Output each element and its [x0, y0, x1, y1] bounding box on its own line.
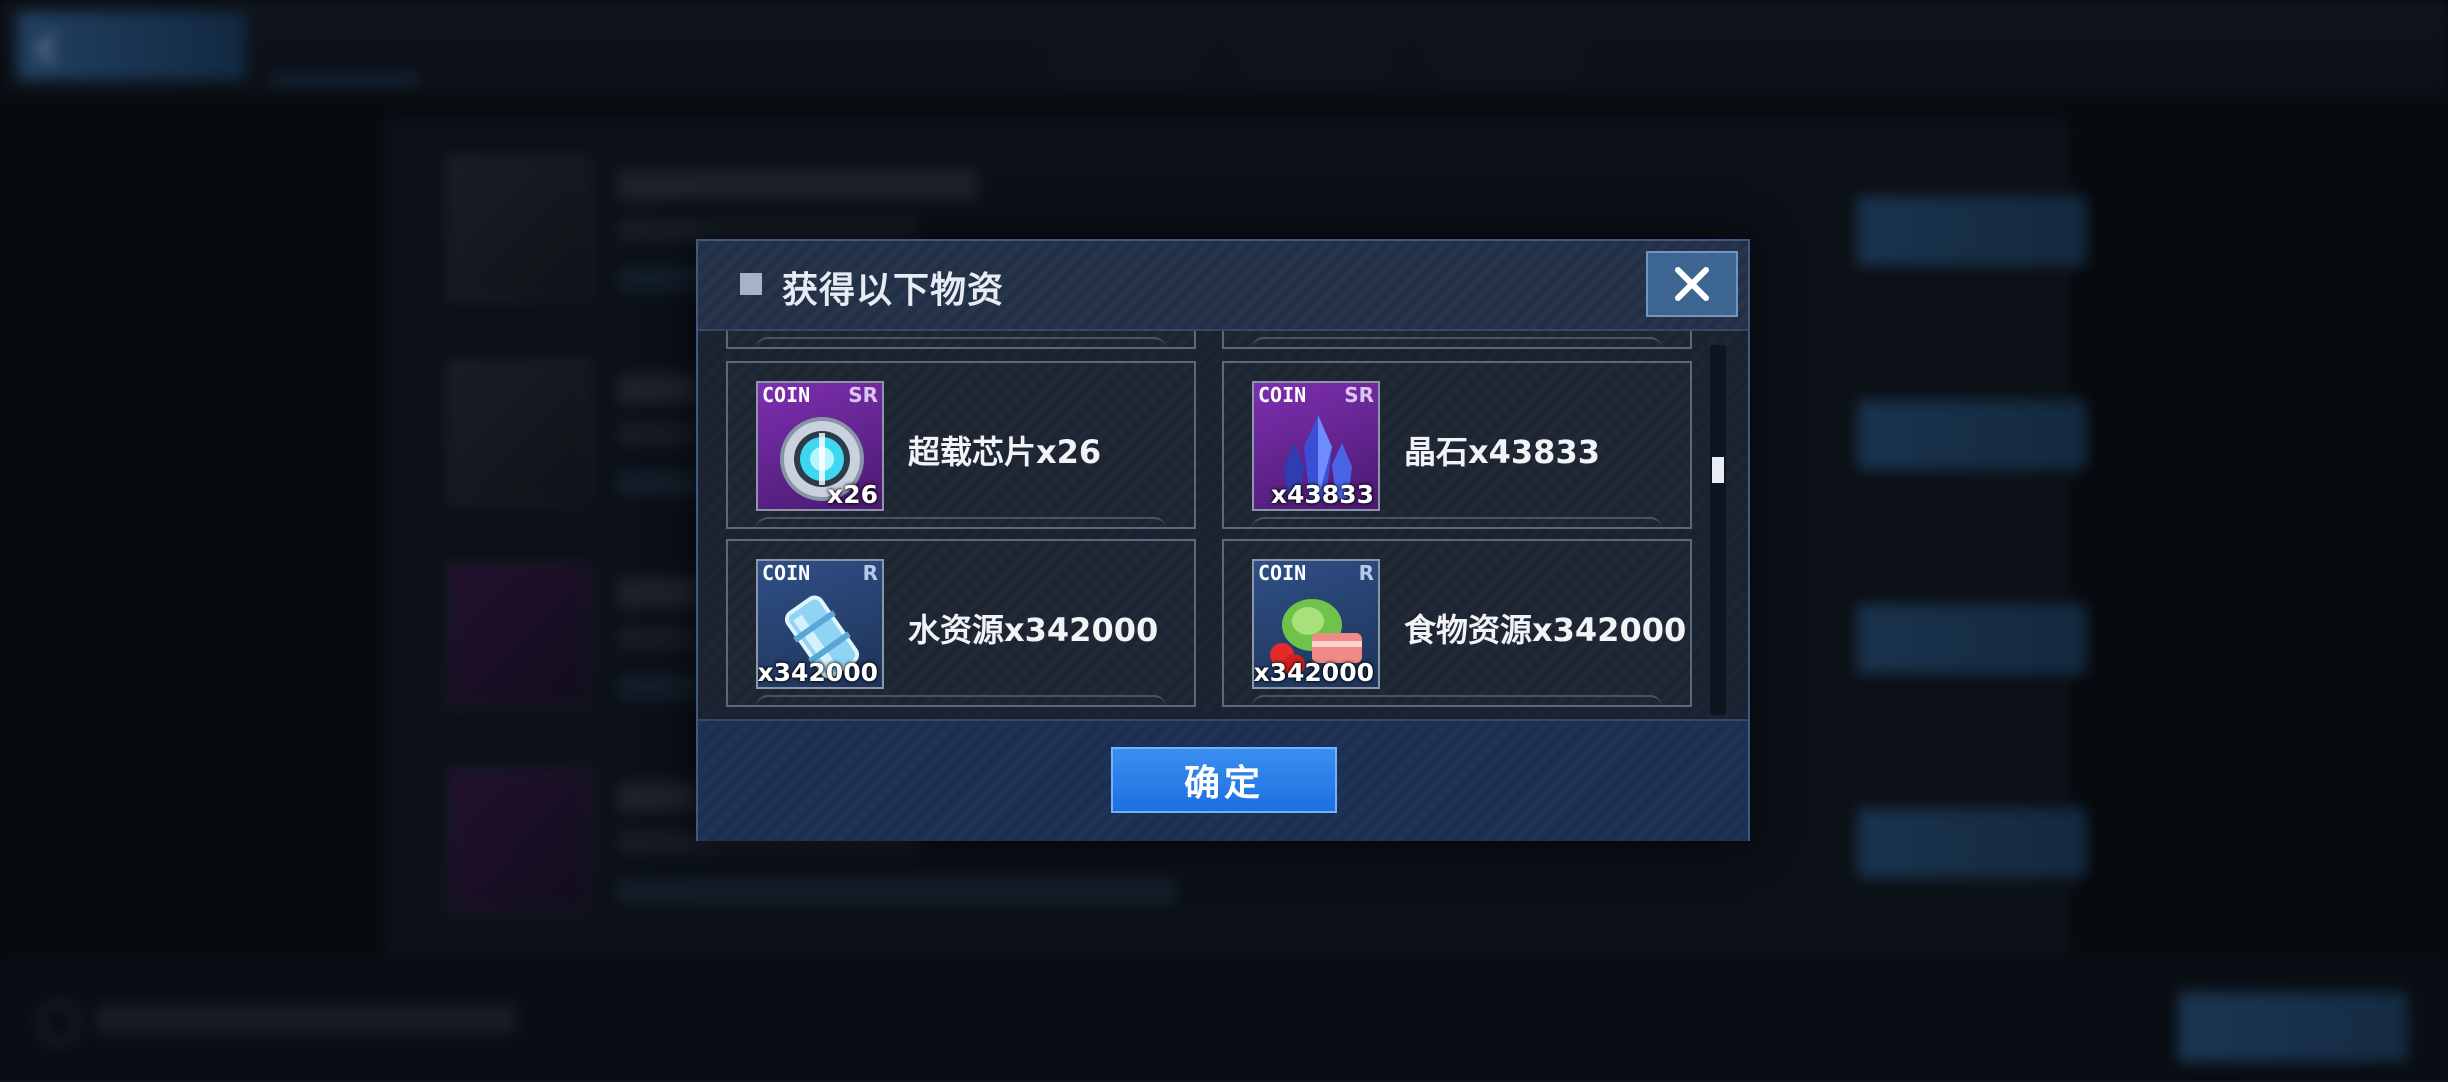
rarity-tag: SR	[1344, 383, 1374, 407]
rarity-tag: SR	[848, 383, 878, 407]
item-quantity: x342000	[757, 658, 878, 687]
item-name: 超载芯片x26	[908, 433, 1102, 471]
scrollbar[interactable]	[1710, 345, 1726, 715]
reward-card: COIN SR x26 超载芯片x26	[726, 361, 1196, 529]
coin-tag: COIN	[1258, 561, 1307, 585]
item-icon: COIN R x342000	[1252, 559, 1380, 689]
item-icon: COIN R x342000	[756, 559, 884, 689]
coin-tag: COIN	[762, 561, 811, 585]
coin-tag: COIN	[1258, 383, 1307, 407]
confirm-button[interactable]: 确定	[1111, 747, 1337, 813]
dialog-header: 获得以下物资	[698, 241, 1748, 331]
item-name: 晶石x43833	[1404, 433, 1600, 471]
rarity-tag: R	[862, 561, 878, 585]
item-name: 食物资源x342000	[1404, 611, 1687, 649]
reward-card-partial: x6	[726, 331, 1196, 349]
item-quantity: x342000	[1253, 658, 1374, 687]
dialog-title: 获得以下物资	[782, 270, 1005, 311]
reward-card-partial: x300	[1222, 331, 1692, 349]
close-icon	[1675, 267, 1709, 301]
rarity-tag: R	[1358, 561, 1374, 585]
close-button[interactable]	[1646, 251, 1738, 317]
reward-list[interactable]: x6 x300 COIN SR x26	[698, 331, 1748, 717]
reward-card: COIN SR x43833 晶石x43833	[1222, 361, 1692, 529]
item-icon: COIN SR x43833	[1252, 381, 1380, 511]
title-square-icon	[740, 273, 762, 295]
reward-card: COIN R x342000 食物资源x342000	[1222, 539, 1692, 707]
item-quantity: x43833	[1270, 480, 1374, 509]
reward-dialog: 获得以下物资 x6 x300	[696, 239, 1750, 841]
item-quantity: x26	[827, 480, 878, 509]
scroll-thumb[interactable]	[1712, 457, 1724, 483]
item-name: 水资源x342000	[908, 611, 1159, 649]
reward-card: COIN R x342000 水资源x342000	[726, 539, 1196, 707]
coin-tag: COIN	[762, 383, 811, 407]
item-icon: COIN SR x26	[756, 381, 884, 511]
dialog-footer: 确定	[698, 719, 1748, 841]
